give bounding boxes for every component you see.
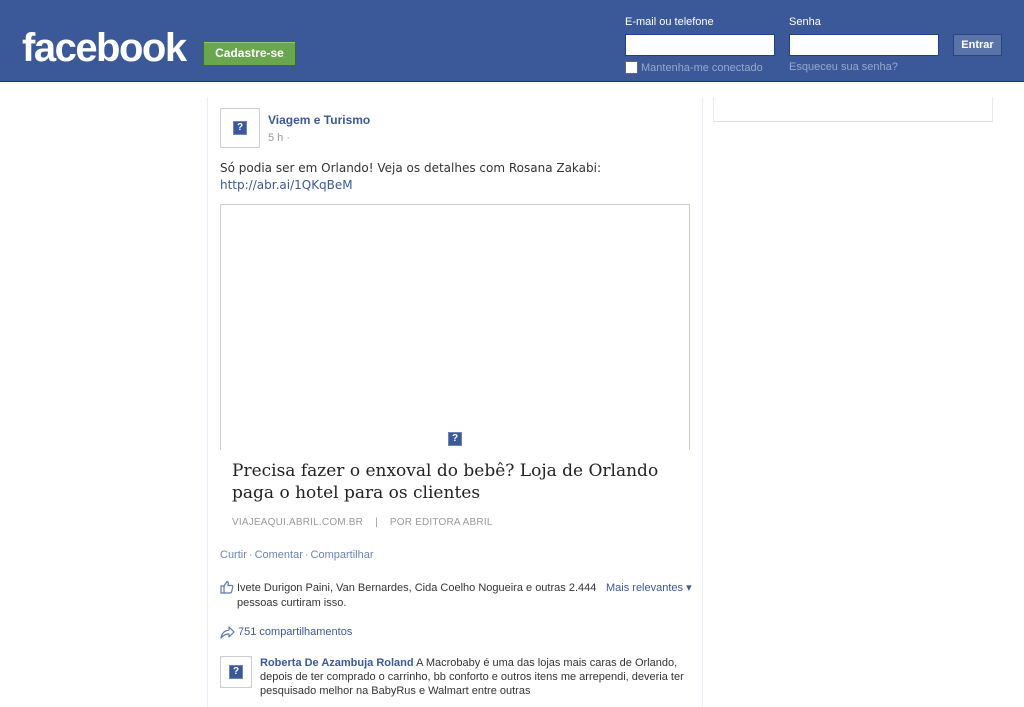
likes-text[interactable]: Ivete Durigon Paini, Van Bernardes, Cida… bbox=[237, 581, 597, 611]
missing-image-icon: ? bbox=[229, 665, 243, 679]
post-link[interactable]: http://abr.ai/1QKqBeM bbox=[220, 178, 353, 192]
missing-image-icon: ? bbox=[233, 121, 247, 135]
share-link[interactable]: Compartilhar bbox=[311, 549, 374, 561]
email-label: E-mail ou telefone bbox=[625, 16, 714, 28]
article-source: VIAJEAQUI.ABRIL.COM.BR | POR EDITORA ABR… bbox=[232, 517, 493, 528]
post-actions: Curtir · Comentar · Compartilhar bbox=[220, 549, 374, 561]
article-author: POR EDITORA ABRIL bbox=[389, 517, 493, 528]
email-field[interactable] bbox=[625, 34, 775, 56]
password-label: Senha bbox=[789, 16, 821, 28]
action-separator: · bbox=[248, 549, 253, 561]
remember-checkbox[interactable] bbox=[625, 61, 638, 74]
post-time[interactable]: 5 h bbox=[268, 132, 283, 144]
article-image[interactable]: ? bbox=[220, 204, 690, 450]
commenter-avatar[interactable]: ? bbox=[220, 656, 252, 688]
comment-link[interactable]: Comentar bbox=[255, 549, 303, 561]
signup-button[interactable]: Cadastre-se bbox=[203, 41, 296, 66]
page-avatar[interactable]: ? bbox=[220, 108, 260, 148]
facebook-logo[interactable]: facebook bbox=[22, 26, 187, 70]
article-domain: VIAJEAQUI.ABRIL.COM.BR bbox=[232, 517, 364, 528]
comment-body: Roberta De Azambuja Roland A Macrobaby é… bbox=[260, 656, 690, 698]
page-name-link[interactable]: Viagem e Turismo bbox=[268, 113, 370, 127]
password-field[interactable] bbox=[789, 34, 939, 56]
top-bar: facebook Cadastre-se E-mail ou telefone … bbox=[0, 0, 1024, 82]
forgot-password-link[interactable]: Esqueceu sua senha? bbox=[789, 61, 898, 73]
source-separator: | bbox=[375, 517, 378, 528]
sort-comments-dropdown[interactable]: Mais relevantes ▾ bbox=[606, 581, 692, 594]
comment-author[interactable]: Roberta De Azambuja Roland bbox=[260, 657, 414, 669]
remember-label: Mantenha-me conectado bbox=[641, 61, 763, 74]
thumbs-up-icon[interactable] bbox=[220, 580, 234, 594]
remember-me[interactable]: Mantenha-me conectado bbox=[625, 61, 763, 74]
missing-image-icon: ? bbox=[448, 432, 462, 446]
action-separator: · bbox=[304, 549, 309, 561]
login-button[interactable]: Entrar bbox=[953, 34, 1002, 56]
like-link[interactable]: Curtir bbox=[220, 549, 247, 561]
right-sidebar bbox=[713, 97, 993, 122]
share-arrow-icon bbox=[220, 626, 235, 639]
time-dot: · bbox=[286, 132, 291, 144]
shares-count[interactable]: 751 compartilhamentos bbox=[238, 626, 352, 638]
post-timestamp[interactable]: 5 h · bbox=[268, 132, 290, 144]
article-title[interactable]: Precisa fazer o enxoval do bebê? Loja de… bbox=[232, 460, 687, 504]
post-text: Só podia ser em Orlando! Veja os detalhe… bbox=[220, 161, 602, 175]
